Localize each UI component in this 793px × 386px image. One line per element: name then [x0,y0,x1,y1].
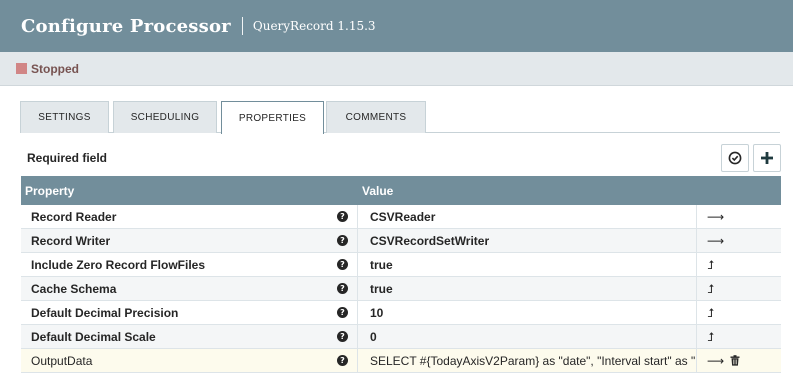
help-icon[interactable]: ? [337,307,348,318]
go-to-arrow-icon[interactable]: ⟶ [707,211,724,223]
property-cell: OutputData ? [21,349,358,372]
actions-cell: ⮥ [697,277,781,300]
tab-settings[interactable]: SETTINGS [20,101,109,133]
plus-icon [761,152,773,164]
property-cell: Record Reader ? [21,205,358,228]
actions-cell: ⟶ [697,229,781,252]
table-row[interactable]: OutputData ? SELECT #{TodayAxisV2Param} … [21,349,781,373]
table-row[interactable]: Record Reader ? CSVReader ⟶ [21,205,781,229]
help-icon[interactable]: ? [337,235,348,246]
tab-bar: SETTINGS SCHEDULING PROPERTIES COMMENTS [20,101,790,134]
add-property-button[interactable] [753,144,781,172]
go-to-arrow-icon[interactable]: ⟶ [707,355,724,367]
property-name: Include Zero Record FlowFiles [31,257,206,272]
help-icon[interactable]: ? [337,283,348,294]
go-to-arrow-icon[interactable]: ⟶ [707,235,724,247]
help-icon[interactable]: ? [337,355,348,366]
table-row[interactable]: Record Writer ? CSVRecordSetWriter ⟶ [21,229,781,253]
dialog-title: Configure Processor [21,15,231,37]
property-cell: Default Decimal Precision ? [21,301,358,324]
column-header-property[interactable]: Property [21,184,358,198]
actions-cell: ⟶ [697,349,781,372]
table-row[interactable]: Default Decimal Precision ? 10 ⮥ [21,301,781,325]
value-cell[interactable]: SELECT #{TodayAxisV2Param} as "date", "I… [358,349,697,372]
property-name: Record Reader [31,209,117,224]
property-name: Default Decimal Scale [31,329,156,344]
verify-properties-button[interactable] [721,144,749,172]
table-row[interactable]: Default Decimal Scale ? 0 ⮥ [21,325,781,349]
property-name: OutputData [31,353,93,368]
tab-scheduling[interactable]: SCHEDULING [113,101,217,133]
dialog-header: Configure Processor QueryRecord 1.15.3 [0,0,793,52]
help-icon[interactable]: ? [337,211,348,222]
value-cell[interactable]: true [358,253,697,276]
property-cell: Default Decimal Scale ? [21,325,358,348]
actions-cell: ⟶ [697,205,781,228]
tab-properties[interactable]: PROPERTIES [221,101,324,134]
property-cell: Include Zero Record FlowFiles ? [21,253,358,276]
property-name: Default Decimal Precision [31,305,179,320]
trash-icon[interactable] [730,355,740,366]
help-icon[interactable]: ? [337,259,348,270]
table-row[interactable]: Cache Schema ? true ⮥ [21,277,781,301]
value-cell[interactable]: 0 [358,325,697,348]
help-icon[interactable]: ? [337,331,348,342]
convert-parameter-icon[interactable]: ⮥ [707,283,714,295]
property-name: Record Writer [31,233,111,248]
column-header-value[interactable]: Value [358,184,393,198]
property-name: Cache Schema [31,281,117,296]
required-field-label: Required field [27,151,108,165]
processor-type: QueryRecord 1.15.3 [252,19,376,33]
property-cell: Record Writer ? [21,229,358,252]
value-cell[interactable]: CSVRecordSetWriter [358,229,697,252]
table-row[interactable]: Include Zero Record FlowFiles ? true ⮥ [21,253,781,277]
actions-cell: ⮥ [697,325,781,348]
status-bar: Stopped [0,52,793,86]
property-cell: Cache Schema ? [21,277,358,300]
actions-cell: ⮥ [697,253,781,276]
value-cell[interactable]: true [358,277,697,300]
header-divider [241,17,243,35]
table-header: Property Value [21,176,781,205]
actions-cell: ⮥ [697,301,781,324]
status-text: Stopped [31,61,79,76]
convert-parameter-icon[interactable]: ⮥ [707,331,714,343]
stopped-icon [16,63,27,74]
value-cell[interactable]: CSVReader [358,205,697,228]
convert-parameter-icon[interactable]: ⮥ [707,307,714,319]
properties-table: Property Value Record Reader ? CSVReader… [21,176,781,373]
tab-comments[interactable]: COMMENTS [326,101,426,133]
check-circle-icon [728,151,742,165]
convert-parameter-icon[interactable]: ⮥ [707,259,714,271]
value-cell[interactable]: 10 [358,301,697,324]
